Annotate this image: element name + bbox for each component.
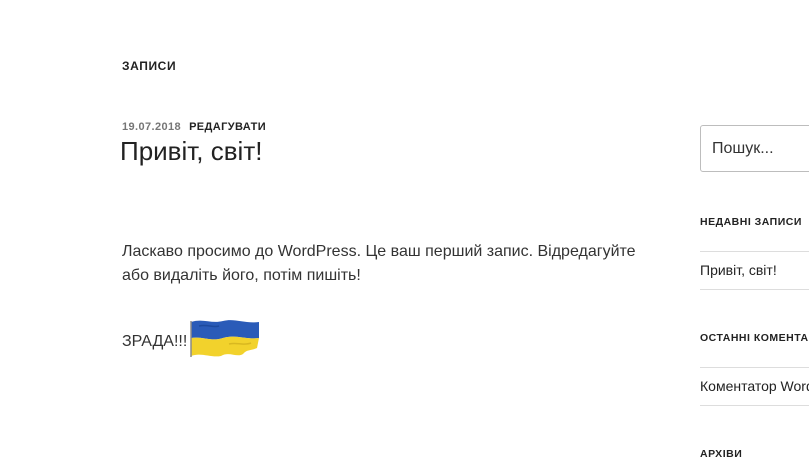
- recent-posts-list: Привіт, світ!: [700, 251, 809, 290]
- zrada-line: ЗРАДА!!!: [122, 308, 261, 358]
- recent-post-link[interactable]: Привіт, світ!: [700, 262, 777, 278]
- list-item: Привіт, світ!: [700, 252, 809, 278]
- archives-title: АРХІВИ: [700, 448, 743, 460]
- ukraine-flag-icon: [190, 320, 260, 357]
- search-input[interactable]: [701, 126, 809, 171]
- section-title: ЗАПИСИ: [122, 59, 177, 73]
- post-content: Ласкаво просимо до WordPress. Це ваш пер…: [122, 240, 662, 288]
- recent-comments-title: ОСТАННІ КОМЕНТАРІ: [700, 332, 809, 344]
- post-date-link[interactable]: 19.07.2018: [122, 121, 181, 133]
- page: ЗАПИСИ 19.07.2018 РЕДАГУВАТИ Привіт, світ…: [0, 0, 809, 470]
- entry-meta: 19.07.2018 РЕДАГУВАТИ: [122, 121, 266, 133]
- search-box: [700, 125, 809, 172]
- recent-posts-title: НЕДАВНІ ЗАПИСИ: [700, 216, 802, 228]
- post-title: Привіт, світ!: [120, 136, 262, 167]
- edit-post-link[interactable]: РЕДАГУВАТИ: [189, 121, 266, 133]
- recent-comment-author-link[interactable]: Коментатор WordPress: [700, 378, 809, 394]
- zrada-text: ЗРАДА!!!: [122, 333, 188, 350]
- post-body-text: Ласкаво просимо до WordPress. Це ваш пер…: [122, 243, 636, 284]
- list-item: Коментатор WordPress: [700, 368, 809, 394]
- recent-comments-list: Коментатор WordPress: [700, 367, 809, 406]
- post-title-link[interactable]: Привіт, світ!: [120, 136, 262, 166]
